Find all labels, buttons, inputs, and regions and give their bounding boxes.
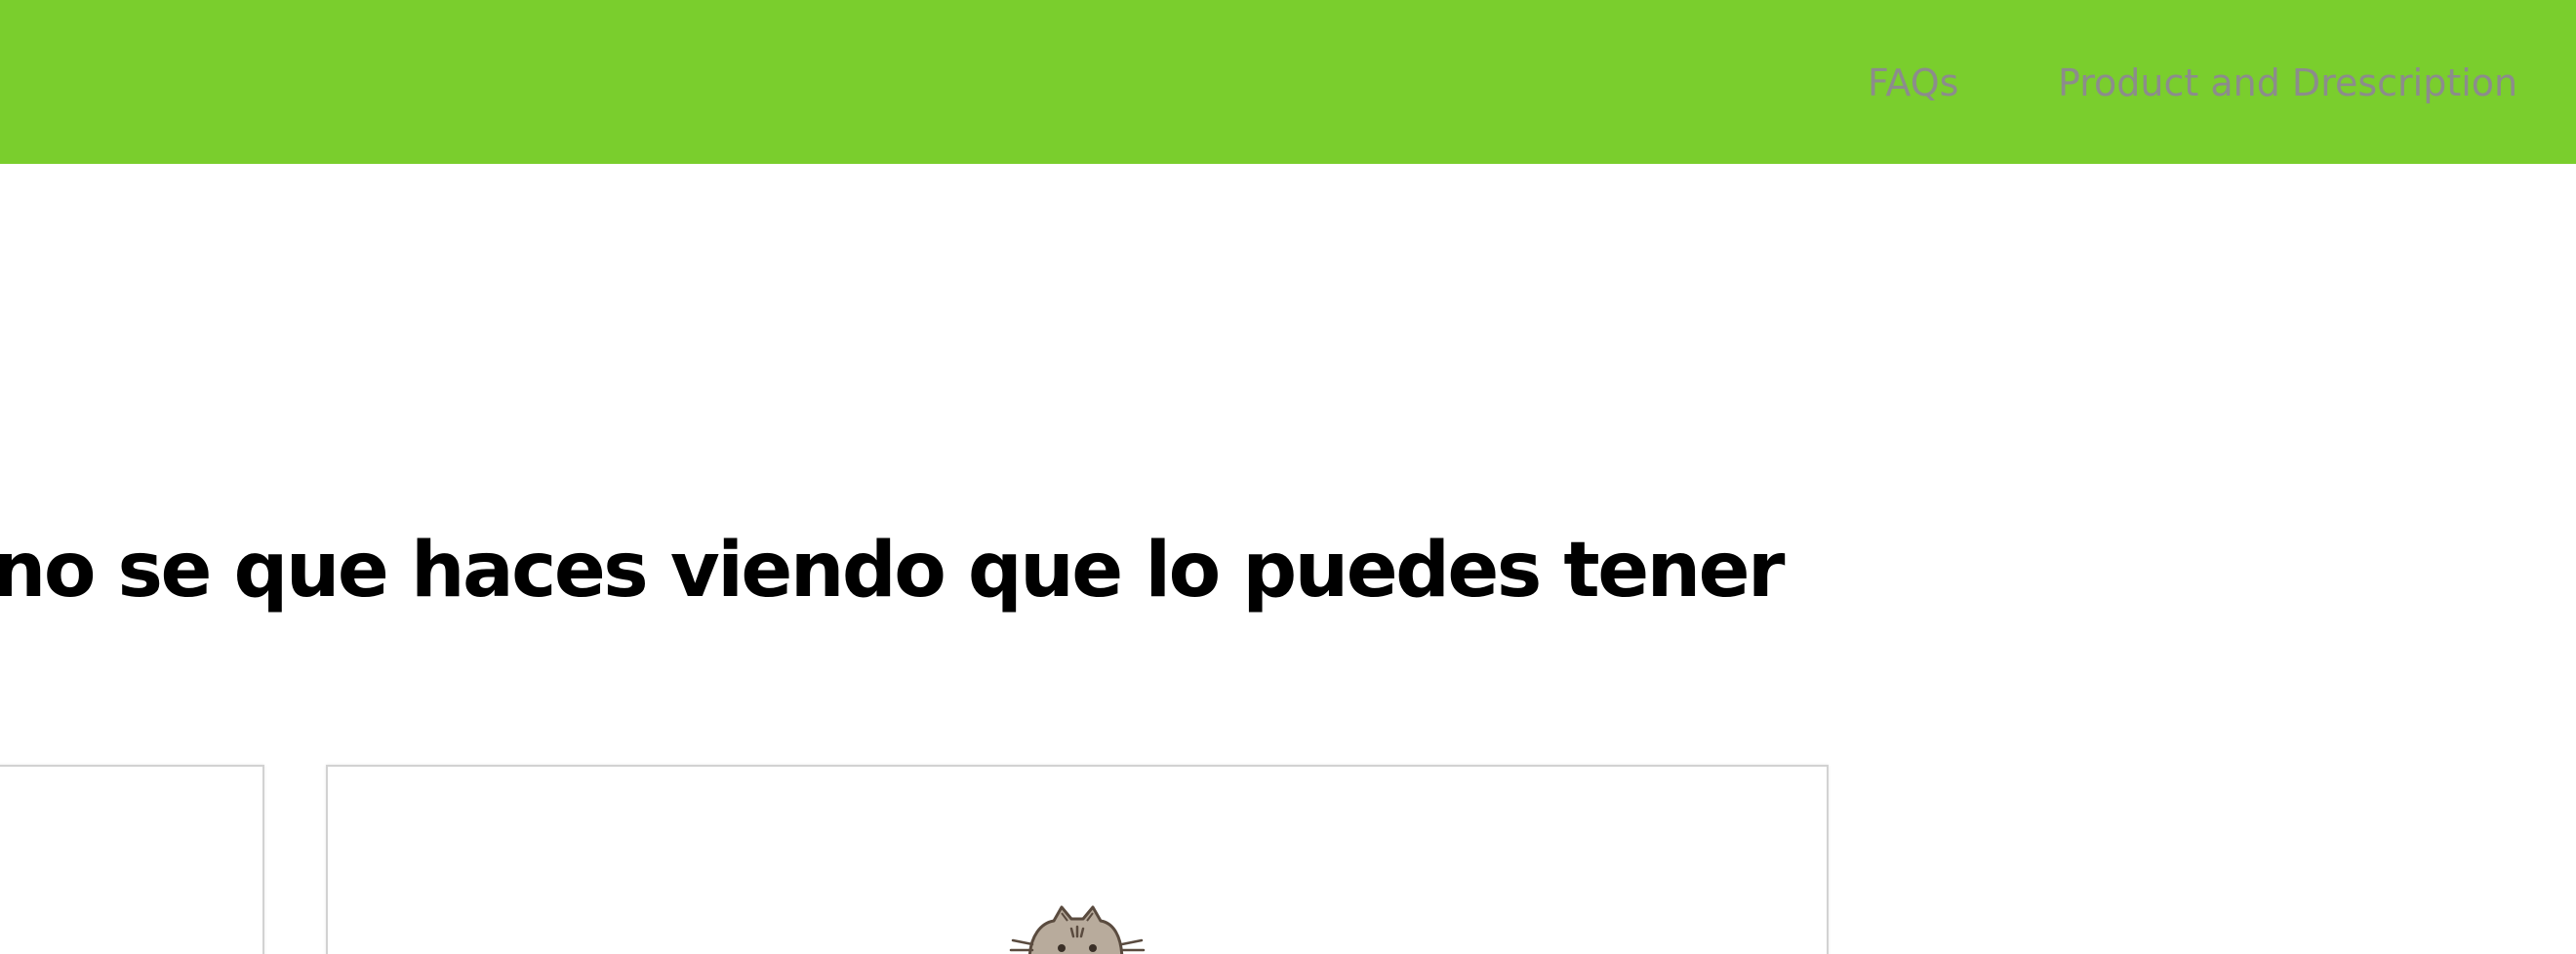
- nav-link-product-and-description[interactable]: Product and Drescription: [2058, 60, 2517, 105]
- cat-icon: [1009, 905, 1146, 954]
- page: FAQs Product and Drescription eible, no …: [0, 0, 2576, 954]
- top-navigation-bar: FAQs Product and Drescription: [0, 0, 2576, 164]
- nav-link-faqs[interactable]: FAQs: [1868, 60, 1958, 105]
- product-card-left[interactable]: [0, 765, 264, 954]
- page-headline: eible, no se que haces viendo que lo pue…: [0, 527, 1785, 615]
- product-card-right[interactable]: [326, 765, 1829, 954]
